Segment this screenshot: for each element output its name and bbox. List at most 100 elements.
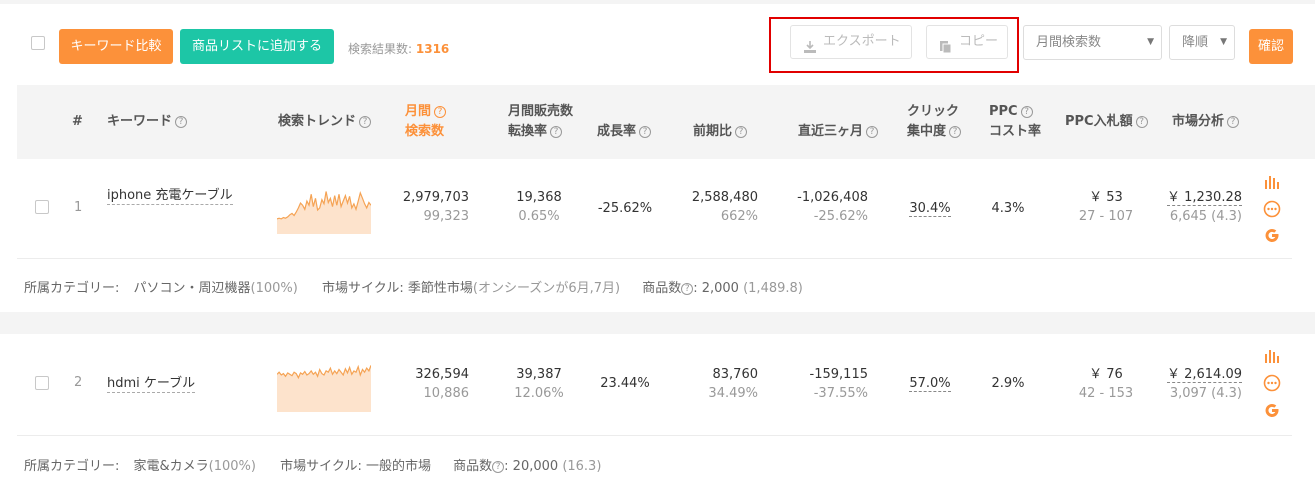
category-pct: (100%) (250, 281, 298, 296)
col-recent-label: 直近三ヶ月 (798, 124, 864, 139)
help-icon[interactable]: ? (735, 126, 748, 138)
col-market[interactable]: 市場分析? (1172, 112, 1240, 132)
sort-field-select[interactable]: 月間検索数 ▼ (1023, 25, 1162, 60)
help-icon[interactable]: ? (175, 116, 188, 128)
products-label: 商品数 (642, 281, 682, 296)
market-value-wrap[interactable]: ￥ 2,614.09 (1152, 366, 1242, 384)
bid-value: ￥ 76 (1089, 367, 1123, 382)
click-concentration[interactable]: 30.4% (900, 200, 960, 218)
bid-range: 27 - 107 (1078, 209, 1134, 224)
col-click[interactable]: クリック 集中度? (907, 102, 962, 142)
keyword-research-page: キーワード比較 商品リストに追加する 検索結果数: 1316 エクスポート コピ… (0, 0, 1315, 487)
monthly-search-value: 326,594 (415, 367, 469, 382)
conversion-value: 12.06% (514, 386, 564, 401)
help-icon[interactable]: ? (639, 126, 652, 138)
category-value: 家電&カメラ (133, 459, 209, 474)
col-ppc[interactable]: PPC? コスト率 (989, 102, 1041, 142)
sort-field-value: 月間検索数 (1036, 35, 1102, 50)
export-button[interactable]: エクスポート (790, 25, 912, 59)
col-bid[interactable]: PPC入札額? (1065, 112, 1148, 132)
cycle-label: 市場サイクル: (280, 459, 362, 474)
help-icon[interactable]: ? (1135, 116, 1148, 128)
help-icon[interactable]: ? (550, 126, 563, 138)
col-growth-label: 成長率 (597, 124, 637, 139)
row-keyword[interactable]: hdmi ケーブル (107, 375, 196, 393)
market-value[interactable]: ￥ 1,230.28 (1166, 190, 1242, 206)
recent-sub: -37.55% (813, 386, 868, 401)
bar-chart-icon[interactable] (1263, 173, 1281, 191)
click-value[interactable]: 30.4% (909, 201, 951, 217)
download-icon (803, 35, 817, 67)
table-row: 2 hdmi ケーブル 326,594 10,886 39,387 12.06%… (0, 334, 1315, 434)
click-concentration[interactable]: 57.0% (900, 375, 960, 393)
select-all-checkbox[interactable] (31, 36, 45, 50)
trend-sparkline[interactable] (277, 362, 371, 412)
trend-area (277, 191, 371, 234)
col-sales[interactable]: 月間販売数 転換率? (508, 102, 573, 142)
table-row: 1 iphone 充電ケーブル 2,979,703 99,323 19,368 … (0, 156, 1315, 258)
market-sub: 3,097 (4.3) (1169, 386, 1242, 401)
bar-chart-icon[interactable] (1263, 347, 1281, 365)
col-sales-label-1: 月間販売数 (508, 104, 574, 119)
more-icon[interactable] (1263, 374, 1281, 392)
copy-button[interactable]: コピー (926, 25, 1008, 59)
col-monthly-label-2: 検索数 (405, 124, 445, 139)
ppc-cost-value: 2.9% (991, 376, 1025, 391)
row-divider (17, 435, 1292, 436)
row-checkbox[interactable] (35, 200, 49, 214)
products-value: : 20,000 (504, 459, 559, 474)
more-icon[interactable] (1263, 200, 1281, 218)
help-icon[interactable]: ? (866, 126, 879, 138)
help-icon[interactable]: ? (681, 283, 694, 295)
col-prev[interactable]: 前期比? (693, 122, 748, 142)
market-sub: 6,645 (4.3) (1169, 209, 1242, 224)
copy-label: コピー (959, 34, 999, 49)
row-checkbox[interactable] (35, 376, 49, 390)
result-count-label: 検索結果数: (348, 42, 413, 56)
help-icon[interactable]: ? (1227, 116, 1240, 128)
add-to-product-list-button[interactable]: 商品リストに追加する (180, 29, 334, 64)
col-keyword[interactable]: キーワード? (107, 112, 188, 132)
category-label: 所属カテゴリー: (24, 281, 120, 296)
col-growth[interactable]: 成長率? (597, 122, 652, 142)
col-prev-label: 前期比 (693, 124, 733, 139)
products-sub: (16.3) (562, 459, 602, 474)
category-label: 所属カテゴリー: (24, 459, 120, 474)
keyword-compare-button[interactable]: キーワード比較 (59, 29, 173, 64)
col-sales-label-2: 転換率 (508, 124, 548, 139)
trend-area (277, 365, 371, 412)
help-icon[interactable]: ? (492, 461, 505, 473)
col-trend[interactable]: 検索トレンド? (278, 112, 372, 132)
row-divider (17, 258, 1292, 259)
col-bid-label: PPC入札額 (1065, 114, 1133, 129)
help-icon[interactable]: ? (359, 116, 372, 128)
help-icon[interactable]: ? (1020, 106, 1033, 118)
prev-sub: 662% (720, 209, 758, 224)
google-icon[interactable] (1263, 401, 1281, 419)
col-monthly-search[interactable]: 月間? 検索数 (405, 102, 447, 142)
trend-sparkline[interactable] (277, 184, 371, 234)
help-icon[interactable]: ? (434, 106, 447, 118)
market-value[interactable]: ￥ 2,614.09 (1166, 367, 1242, 383)
copy-icon (939, 35, 953, 67)
result-count: 検索結果数: 1316 (348, 40, 449, 57)
growth-value: 23.44% (600, 376, 650, 391)
help-icon[interactable]: ? (949, 126, 962, 138)
col-keyword-label: キーワード (107, 114, 173, 129)
col-monthly-label-1: 月間 (405, 104, 432, 119)
recent-value: -159,115 (809, 367, 868, 382)
confirm-button[interactable]: 確認 (1249, 29, 1293, 64)
keyword-link[interactable]: iphone 充電ケーブル (107, 188, 233, 205)
col-click-label-2: 集中度 (907, 124, 947, 139)
col-index: # (72, 114, 83, 129)
prev-sub: 34.49% (708, 386, 758, 401)
table-header: # キーワード? 検索トレンド? 月間? 検索数 月間販売数 転換率? 成長率?… (17, 85, 1315, 159)
products-sub: (1,489.8) (743, 281, 803, 296)
sort-order-select[interactable]: 降順 ▼ (1169, 25, 1235, 60)
google-icon[interactable] (1263, 226, 1281, 244)
row-keyword[interactable]: iphone 充電ケーブル (107, 187, 233, 205)
market-value-wrap[interactable]: ￥ 1,230.28 (1152, 189, 1242, 207)
click-value[interactable]: 57.0% (909, 376, 951, 392)
keyword-link[interactable]: hdmi ケーブル (107, 376, 196, 393)
col-recent[interactable]: 直近三ヶ月? (798, 122, 879, 142)
